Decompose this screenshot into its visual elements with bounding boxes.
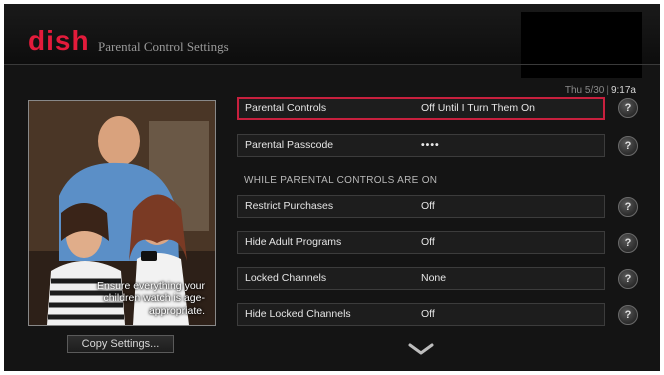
promo-caption: Ensure everything your children watch is… xyxy=(97,279,205,317)
question-mark-icon[interactable]: ? xyxy=(618,98,638,118)
header-divider xyxy=(4,64,660,65)
restrict-purchases-row[interactable]: Restrict Purchases Off xyxy=(237,195,605,218)
setting-label: Locked Channels xyxy=(245,272,327,284)
clock-separator: | xyxy=(606,85,609,96)
time-label: 9:17a xyxy=(610,85,636,96)
question-mark-icon[interactable]: ? xyxy=(618,233,638,253)
setting-label: Parental Passcode xyxy=(245,139,334,151)
hide-locked-channels-row[interactable]: Hide Locked Channels Off xyxy=(237,303,605,326)
passcode-mask: •••• xyxy=(421,139,440,151)
live-tv-preview xyxy=(521,12,642,78)
setting-label: Hide Locked Channels xyxy=(245,308,351,320)
setting-value: Off xyxy=(421,200,435,212)
tv-screen: dish Parental Control Settings Thu 5/30 |… xyxy=(4,4,660,371)
page-title: Parental Control Settings xyxy=(98,39,229,54)
setting-label: Hide Adult Programs xyxy=(245,236,342,248)
setting-value: None xyxy=(421,272,447,284)
section-heading: WHILE PARENTAL CONTROLS ARE ON xyxy=(244,175,438,186)
hide-adult-programs-row[interactable]: Hide Adult Programs Off xyxy=(237,231,605,254)
setting-label: Restrict Purchases xyxy=(245,200,334,212)
date-label: Thu 5/30 xyxy=(564,85,605,96)
copy-settings-button[interactable]: Copy Settings... xyxy=(67,335,174,353)
parental-controls-row[interactable]: Parental Controls Off Until I Turn Them … xyxy=(237,97,605,120)
question-mark-icon[interactable]: ? xyxy=(618,305,638,325)
question-mark-icon[interactable]: ? xyxy=(618,197,638,217)
question-mark-icon[interactable]: ? xyxy=(618,269,638,289)
dish-logo: dish xyxy=(28,25,90,56)
setting-value: Off xyxy=(421,308,435,320)
parental-passcode-row[interactable]: Parental Passcode •••• xyxy=(237,134,605,157)
setting-label: Parental Controls xyxy=(245,102,327,114)
promo-image: Ensure everything your children watch is… xyxy=(28,100,216,326)
locked-channels-row[interactable]: Locked Channels None xyxy=(237,267,605,290)
question-mark-icon[interactable]: ? xyxy=(618,136,638,156)
date-time: Thu 5/30 | 9:17a xyxy=(565,85,636,96)
setting-value: Off xyxy=(421,236,435,248)
setting-value: Off Until I Turn Them On xyxy=(421,102,535,114)
chevron-down-icon[interactable] xyxy=(408,342,434,356)
